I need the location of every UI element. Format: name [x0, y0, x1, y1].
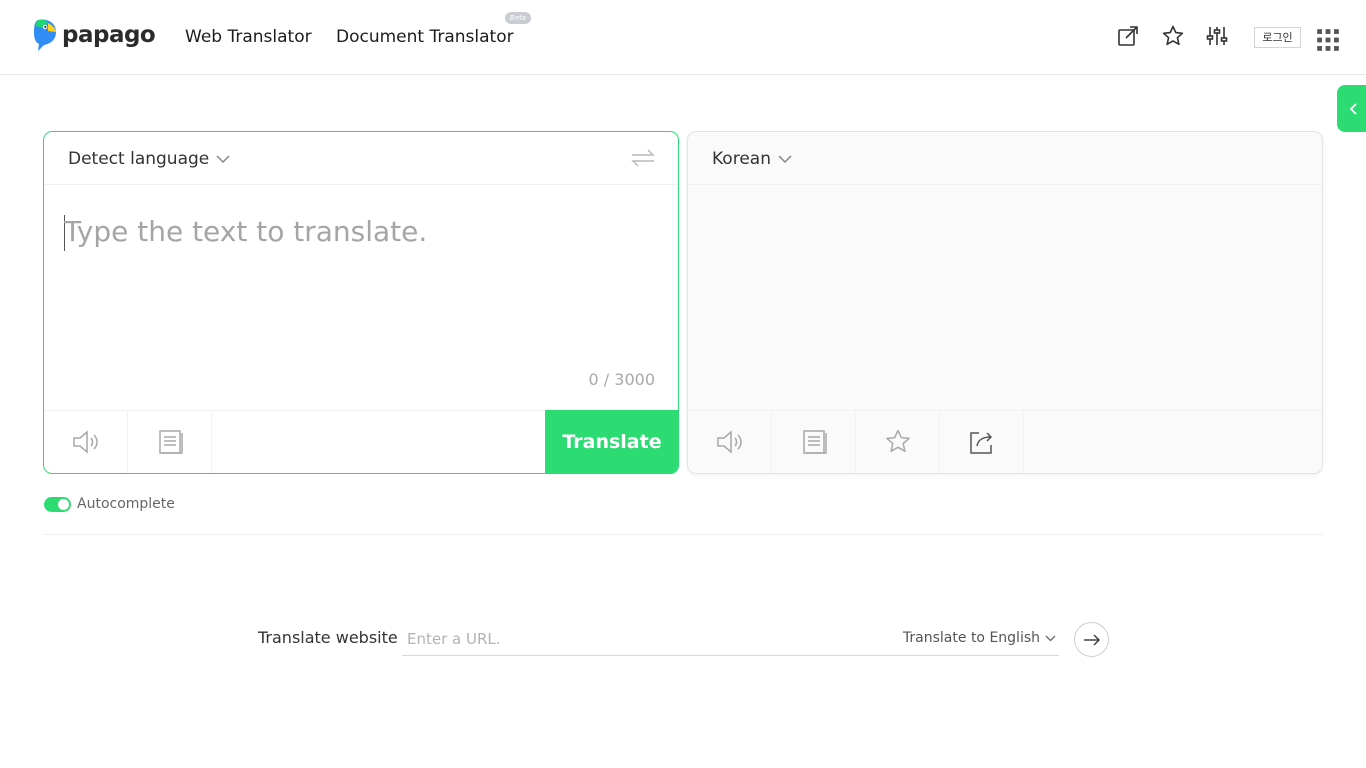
target-copy-button[interactable]	[772, 411, 856, 473]
character-count: 0 / 3000	[588, 370, 655, 389]
autocomplete-toggle[interactable]	[44, 496, 71, 512]
favorites-star-icon[interactable]	[1161, 24, 1185, 48]
website-target-language-select[interactable]: Translate to English	[903, 630, 1056, 646]
source-panel-header: Detect language	[44, 132, 678, 185]
chevron-down-icon	[778, 154, 792, 163]
source-text-input[interactable]	[64, 212, 654, 352]
header: papago Web Translator Document Translato…	[0, 0, 1366, 75]
nav-document-translator[interactable]: Document Translator	[336, 26, 514, 48]
translation-output	[712, 212, 1302, 352]
section-divider	[43, 534, 1323, 535]
chevron-down-icon	[1045, 635, 1056, 641]
target-language-select[interactable]: Korean	[712, 148, 792, 170]
translate-website-go-button[interactable]	[1074, 622, 1109, 657]
side-panel-toggle[interactable]	[1337, 85, 1366, 132]
nav-web-translator[interactable]: Web Translator	[185, 26, 312, 48]
url-field: Translate to English	[402, 622, 1059, 656]
source-panel: Detect language 0 / 3000	[43, 131, 679, 474]
source-language-select[interactable]: Detect language	[68, 148, 230, 170]
website-target-language-label: Translate to English	[902, 630, 1040, 646]
target-listen-button[interactable]	[688, 411, 772, 473]
target-share-button[interactable]	[940, 411, 1024, 473]
url-input[interactable]	[407, 628, 887, 650]
source-language-label: Detect language	[68, 149, 210, 169]
papago-parrot-logo-icon	[32, 18, 58, 52]
target-panel-footer	[688, 410, 1322, 473]
settings-sliders-icon[interactable]	[1205, 24, 1229, 48]
speaker-icon	[716, 430, 742, 454]
star-icon	[885, 429, 910, 453]
copy-icon	[158, 430, 183, 454]
target-language-label: Korean	[712, 149, 771, 169]
arrow-right-icon	[1083, 633, 1100, 646]
translate-button[interactable]: Translate	[545, 410, 679, 474]
swap-languages-icon[interactable]	[630, 147, 656, 169]
source-copy-button[interactable]	[128, 411, 212, 473]
autocomplete-setting: Autocomplete	[44, 496, 175, 512]
open-new-window-icon[interactable]	[1116, 24, 1140, 48]
target-panel: Korean	[687, 131, 1323, 474]
target-panel-header: Korean	[688, 132, 1322, 185]
autocomplete-label: Autocomplete	[77, 496, 175, 512]
chevron-down-icon	[216, 154, 230, 163]
apps-grid-icon[interactable]	[1316, 28, 1339, 51]
chevron-left-icon	[1349, 102, 1357, 115]
copy-icon	[802, 430, 827, 454]
logo-text: papago	[62, 22, 156, 48]
source-listen-button[interactable]	[44, 411, 128, 473]
share-icon	[969, 432, 992, 454]
papago-logo[interactable]: papago	[32, 18, 156, 52]
speaker-icon	[72, 430, 98, 454]
beta-badge: Beta	[505, 12, 531, 24]
translate-website-label: Translate website	[258, 628, 398, 647]
login-button[interactable]: 로그인	[1254, 27, 1301, 48]
source-panel-footer: Translate	[44, 410, 679, 474]
target-favorite-button[interactable]	[856, 411, 940, 473]
